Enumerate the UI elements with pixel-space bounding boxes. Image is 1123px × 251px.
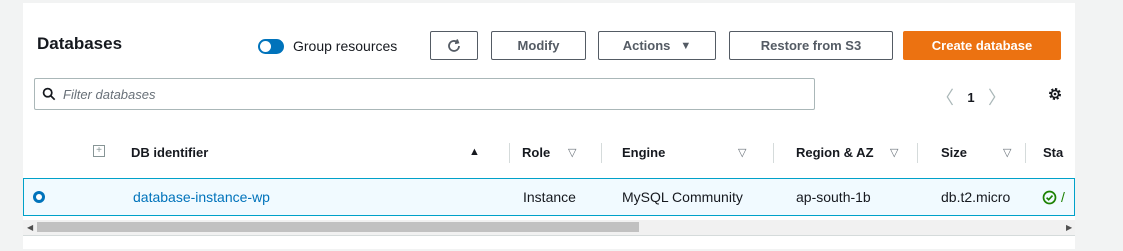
column-status[interactable]: Sta (1043, 133, 1063, 171)
modify-button[interactable]: Modify (491, 31, 586, 60)
column-region-az[interactable]: Region & AZ (796, 133, 874, 171)
sort-icon[interactable]: ▽ (568, 133, 576, 171)
refresh-icon (448, 38, 460, 52)
chevron-right-icon[interactable]: 〉 (987, 84, 1007, 110)
region-cell: ap-south-1b (796, 189, 871, 205)
column-label: Region & AZ (796, 144, 874, 160)
page-number[interactable]: 1 (955, 90, 987, 105)
status-cell: / (1042, 179, 1065, 215)
scrollbar-thumb[interactable] (37, 222, 639, 232)
column-label: Sta (1043, 144, 1064, 160)
sort-icon[interactable]: ▽ (890, 133, 898, 171)
toggle-switch[interactable] (258, 38, 284, 54)
column-label: Engine (622, 144, 666, 160)
caret-down-icon: ▼ (680, 39, 692, 52)
size-cell: db.t2.micro (941, 189, 1011, 205)
column-label: Size (941, 144, 968, 160)
scroll-right-arrow-icon[interactable]: ▶ (1066, 223, 1072, 232)
pagination: 〈 1 〉 (935, 84, 1007, 110)
table-row[interactable]: database-instance-wp Instance MySQL Comm… (23, 178, 1075, 216)
refresh-button[interactable] (430, 31, 478, 60)
sort-icon[interactable]: ▽ (738, 133, 746, 171)
create-database-button[interactable]: Create database (903, 31, 1061, 60)
group-resources-label: Group resources (293, 38, 398, 54)
gear-icon[interactable] (1047, 86, 1063, 102)
status-text: / (1061, 189, 1065, 205)
column-size[interactable]: Size (941, 133, 967, 171)
expand-all-icon[interactable]: + (93, 145, 105, 157)
scroll-left-arrow-icon[interactable]: ◀ (27, 223, 33, 232)
page-title: Databases (37, 34, 123, 53)
actions-button[interactable]: Actions ▼ (598, 31, 716, 60)
sort-ascending-icon[interactable]: ▲ (469, 133, 480, 171)
column-label: DB identifier (131, 144, 209, 160)
status-ok-icon (1042, 190, 1057, 204)
role-cell: Instance (523, 189, 576, 205)
column-label: Role (522, 144, 551, 160)
column-engine[interactable]: Engine (622, 133, 665, 171)
db-identifier-link[interactable]: database-instance-wp (133, 179, 270, 215)
search-placeholder: Filter databases (63, 86, 156, 102)
actions-label: Actions (622, 38, 671, 53)
search-icon (42, 87, 56, 101)
page-margin (1075, 0, 1123, 251)
column-role[interactable]: Role (522, 133, 550, 171)
horizontal-scrollbar[interactable]: ◀ ▶ (23, 220, 1075, 236)
sort-icon[interactable]: ▽ (1003, 133, 1011, 171)
engine-cell: MySQL Community (622, 189, 743, 205)
chevron-left-icon[interactable]: 〈 (935, 84, 955, 110)
restore-from-s3-button[interactable]: Restore from S3 (729, 31, 893, 60)
row-select-radio[interactable] (33, 191, 45, 203)
table-header: + DB identifier ▲ Role ▽ Engine ▽ Region… (23, 133, 1075, 171)
group-resources-toggle[interactable]: Group resources (258, 38, 397, 54)
column-db-identifier[interactable]: DB identifier (131, 133, 208, 171)
databases-panel: Databases Group resources Modify Actions… (0, 0, 1075, 251)
filter-search-field[interactable]: Filter databases (34, 78, 815, 110)
